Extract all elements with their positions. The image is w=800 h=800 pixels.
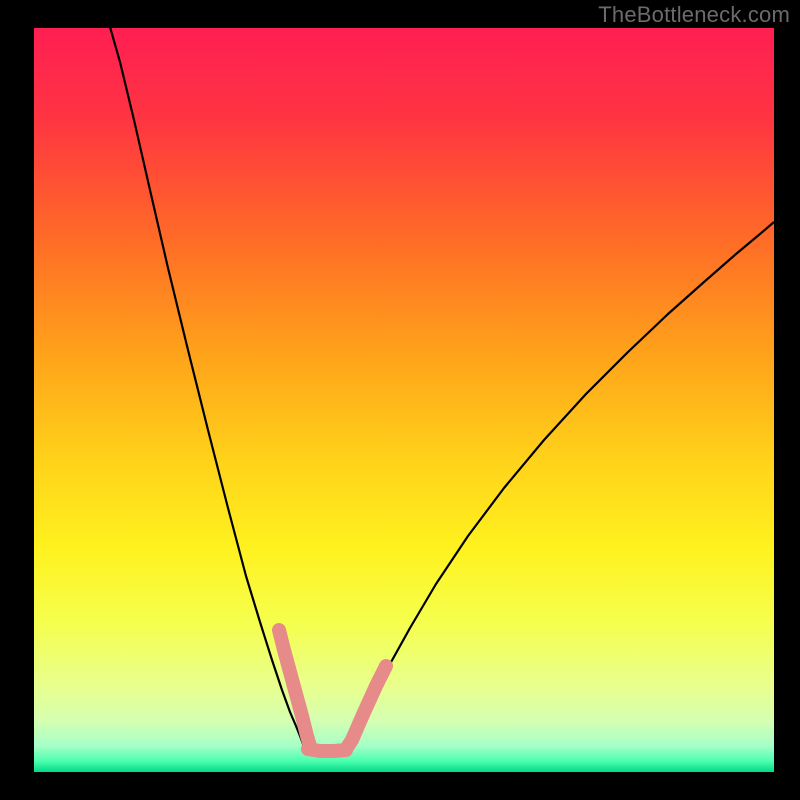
watermark-label: TheBottleneck.com — [598, 2, 790, 28]
bottleneck-chart — [0, 0, 800, 800]
chart-frame: TheBottleneck.com — [0, 0, 800, 800]
plot-background — [34, 28, 774, 772]
